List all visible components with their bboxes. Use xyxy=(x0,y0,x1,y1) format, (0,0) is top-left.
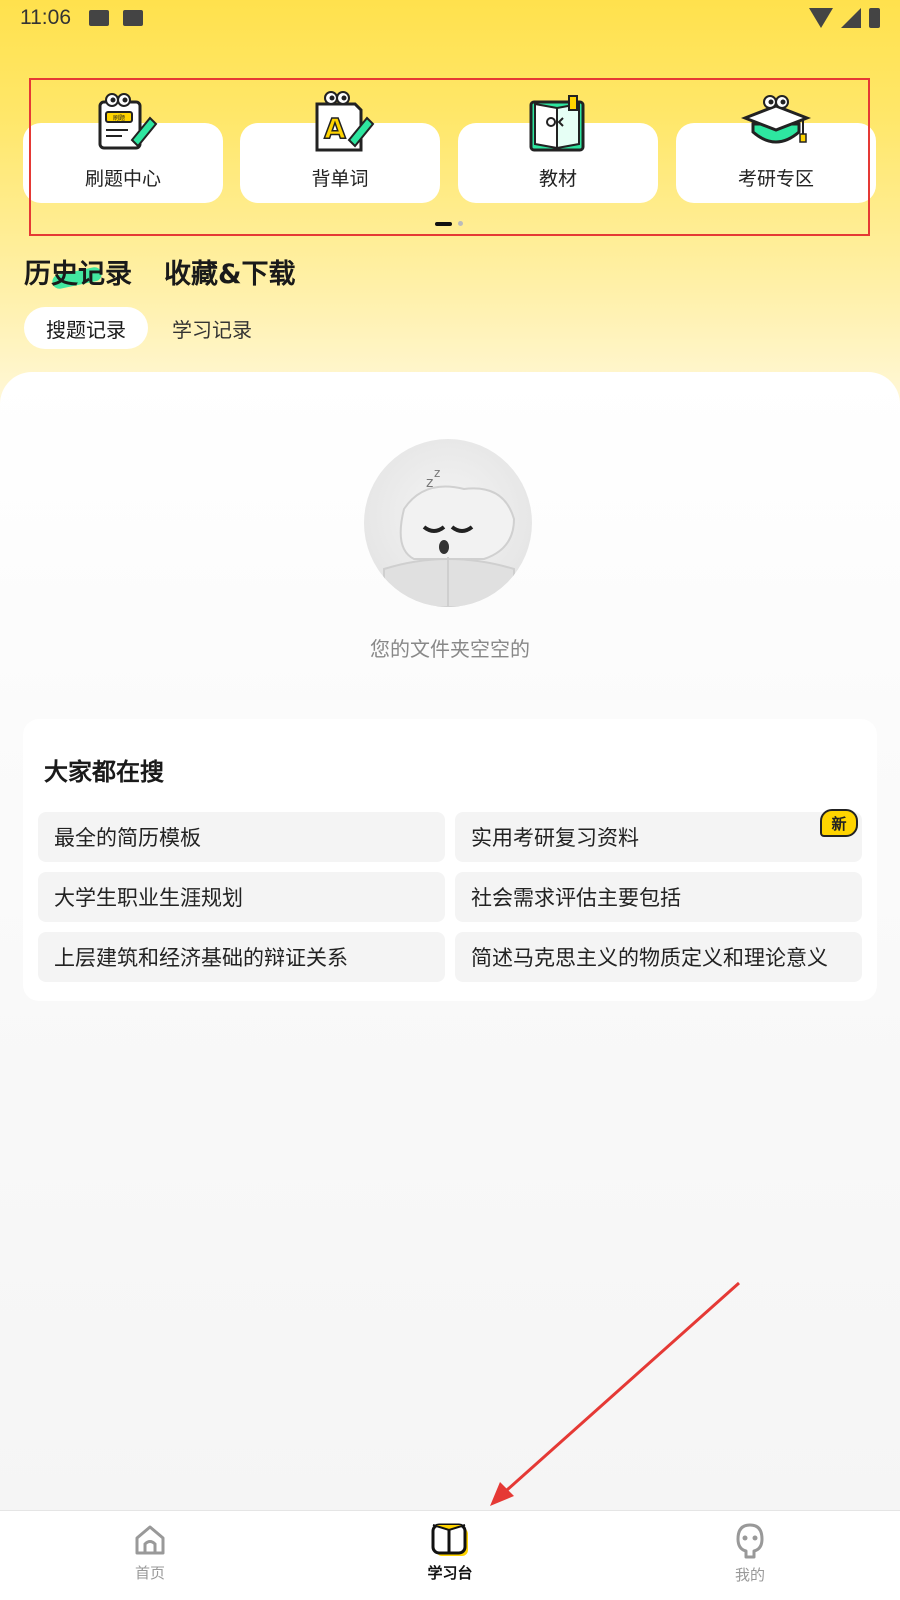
tab-history[interactable]: 历史记录 xyxy=(24,252,132,291)
new-badge: 新 xyxy=(820,809,858,837)
app-notification-icon xyxy=(123,10,143,26)
nav-label: 我的 xyxy=(734,1566,765,1584)
hot-search-item[interactable]: 上层建筑和经济基础的辩证关系 xyxy=(38,932,445,982)
sleeping-mascot-icon: z z xyxy=(383,466,516,607)
tab-favorites-downloads[interactable]: 收藏&下载 xyxy=(164,252,296,291)
home-icon xyxy=(135,1525,165,1555)
nav-label: 首页 xyxy=(134,1564,165,1582)
study-desk-icon xyxy=(431,1523,468,1556)
gallery-notification-icon xyxy=(89,10,109,26)
profile-icon xyxy=(736,1523,764,1559)
hot-search-title: 大家都在搜 xyxy=(44,758,164,786)
hot-search-item[interactable]: 社会需求评估主要包括 xyxy=(455,872,862,922)
svg-text:z: z xyxy=(434,466,440,480)
annotation-highlight-box xyxy=(29,78,870,236)
empty-state-illustration: z z xyxy=(364,439,532,607)
wifi-icon xyxy=(809,8,833,28)
battery-icon xyxy=(869,8,880,28)
subtab-search-history[interactable]: 搜题记录 xyxy=(24,307,148,349)
nav-profile[interactable]: 我的 xyxy=(690,1522,810,1585)
empty-state-text: 您的文件夹空空的 xyxy=(370,637,530,661)
hot-search-item[interactable]: 实用考研复习资料 xyxy=(455,812,862,862)
subtab-study-history[interactable]: 学习记录 xyxy=(150,307,274,349)
hot-search-item[interactable]: 简述马克思主义的物质定义和理论意义 xyxy=(455,932,862,982)
svg-text:z: z xyxy=(426,475,433,491)
hot-search-item[interactable]: 大学生职业生涯规划 xyxy=(38,872,445,922)
nav-study-desk[interactable]: 学习台 xyxy=(390,1522,510,1583)
nav-home[interactable]: 首页 xyxy=(90,1522,210,1583)
nav-label: 学习台 xyxy=(427,1564,473,1582)
hot-search-item[interactable]: 最全的简历模板 xyxy=(38,812,445,862)
status-time: 11:06 xyxy=(20,6,71,29)
signal-icon xyxy=(841,8,861,28)
carousel-dot xyxy=(458,221,463,226)
carousel-indicator xyxy=(435,221,463,226)
carousel-dot-active xyxy=(435,221,452,226)
status-bar: 11:06 xyxy=(0,0,900,36)
